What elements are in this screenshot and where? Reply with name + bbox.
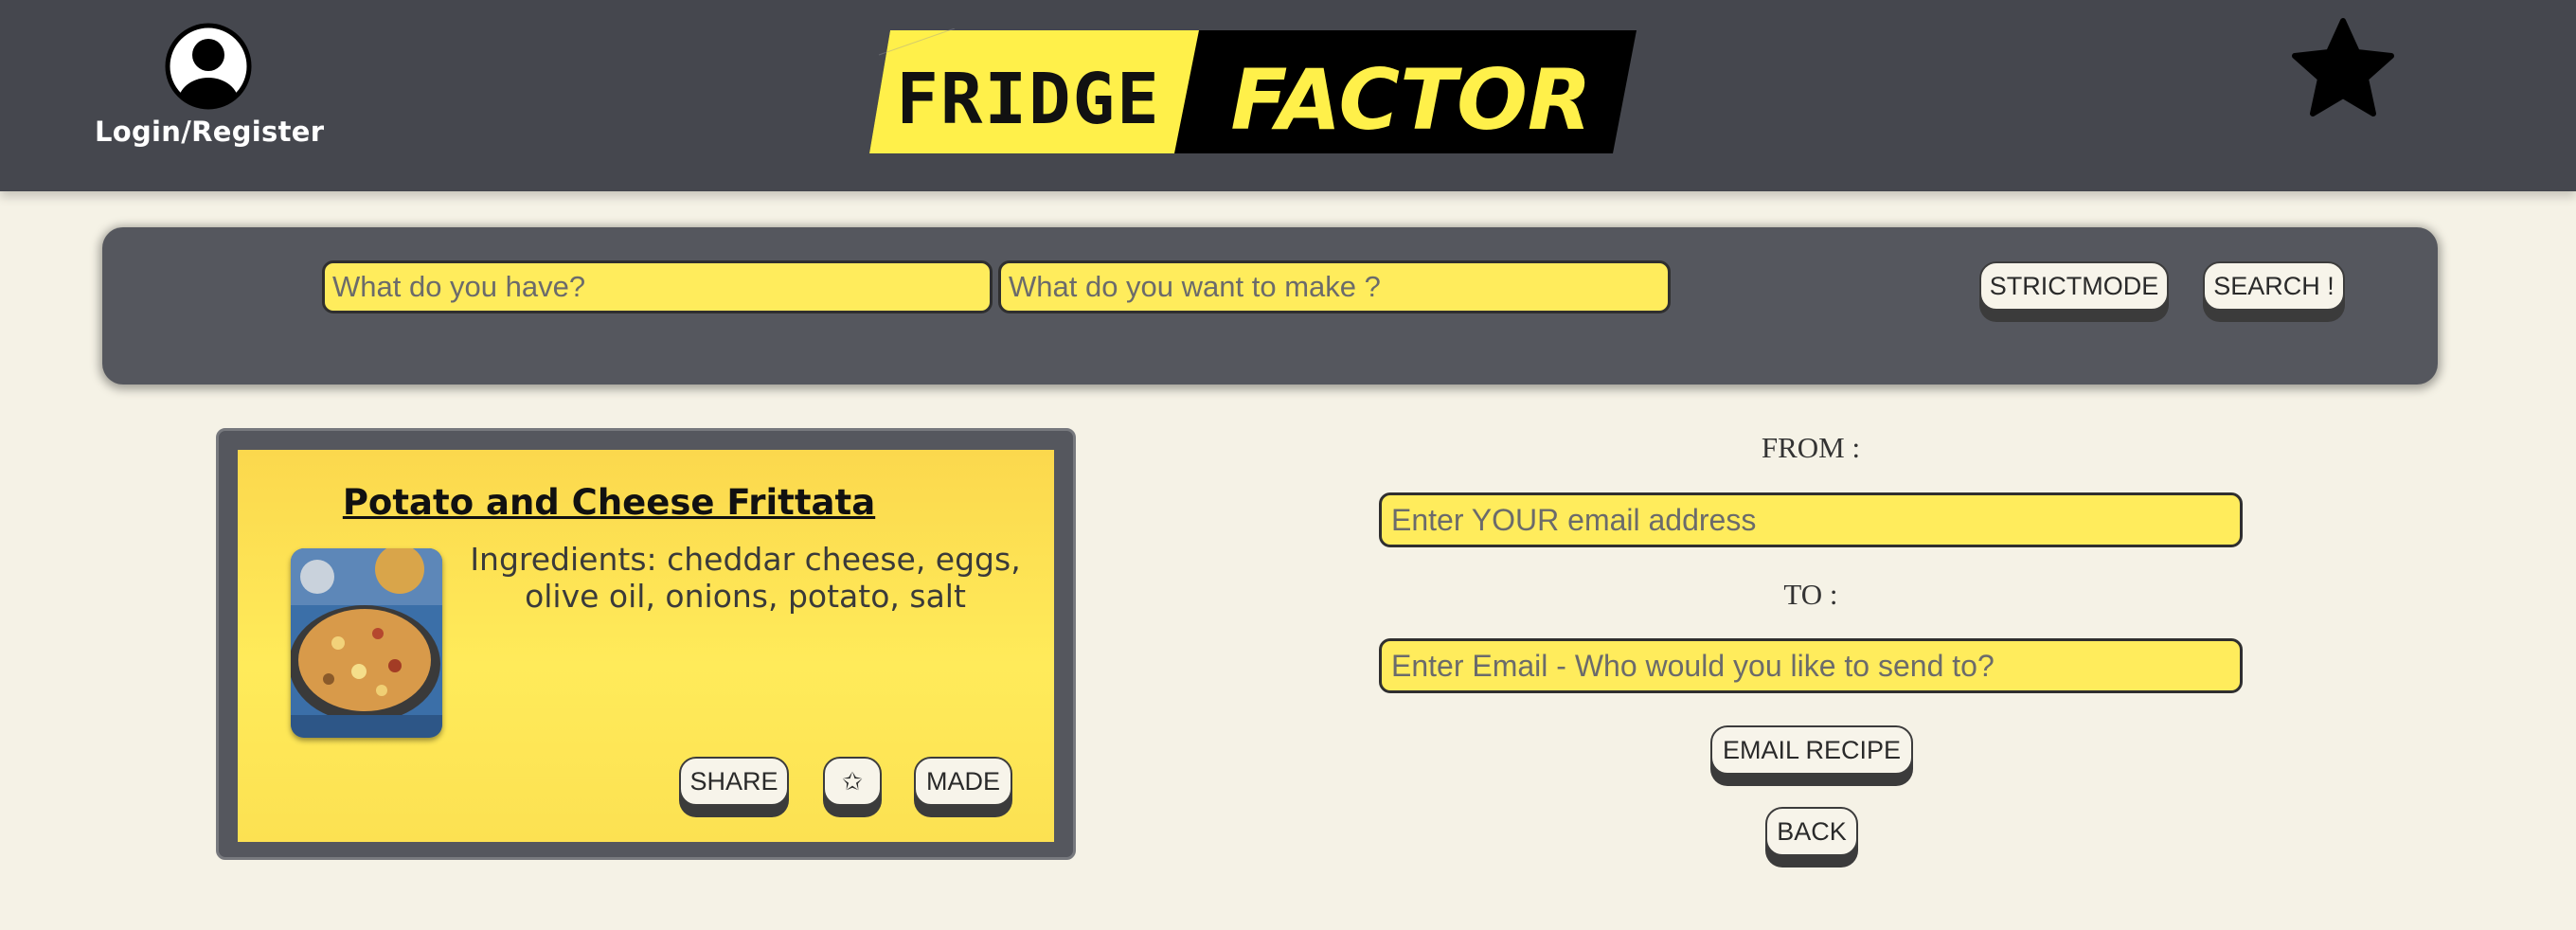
recipe-card-body: Potato and Cheese Frittata Ingredients: …	[238, 450, 1054, 842]
user-avatar-icon	[165, 23, 252, 110]
search-button[interactable]: SEARCH !	[2203, 261, 2345, 311]
ingredients-line-1: Ingredients: cheddar cheese, eggs,	[470, 541, 1021, 578]
favorite-star-button[interactable]: ✩	[823, 757, 882, 806]
have-ingredients-input[interactable]	[322, 260, 993, 313]
recipe-ingredients: Ingredients: cheddar cheese, eggs, olive…	[461, 541, 1029, 615]
login-register-label: Login/Register	[95, 116, 325, 148]
recipe-photo[interactable]	[291, 548, 442, 738]
search-panel: STRICTMODE SEARCH !	[102, 227, 2438, 385]
logo-word-factor: FACTOR	[1230, 51, 1591, 149]
logo-word-fridge: FRIDGE	[896, 59, 1160, 140]
from-label: FROM :	[1761, 431, 1861, 464]
back-button[interactable]: BACK	[1765, 807, 1858, 856]
email-recipe-button[interactable]: EMAIL RECIPE	[1710, 725, 1913, 775]
strictmode-button[interactable]: STRICTMODE	[1979, 261, 2169, 311]
share-button[interactable]: SHARE	[679, 757, 789, 806]
made-button[interactable]: MADE	[914, 757, 1012, 806]
login-register-link[interactable]: Login/Register	[95, 19, 325, 148]
recipe-card: Potato and Cheese Frittata Ingredients: …	[216, 428, 1076, 860]
to-label: TO :	[1783, 578, 1838, 611]
star-icon[interactable]	[2290, 17, 2396, 121]
from-email-input[interactable]	[1379, 492, 2243, 547]
recipe-title[interactable]: Potato and Cheese Frittata	[238, 482, 980, 523]
ingredients-line-2: olive oil, onions, potato, salt	[525, 578, 966, 615]
star-outline-icon: ✩	[842, 766, 863, 796]
to-email-input[interactable]	[1379, 638, 2243, 693]
fridge-factor-logo: FRIDGE FACTOR	[869, 27, 1646, 156]
app-header: Login/Register FRIDGE FACTOR	[0, 0, 2576, 191]
want-to-make-input[interactable]	[998, 260, 1671, 313]
